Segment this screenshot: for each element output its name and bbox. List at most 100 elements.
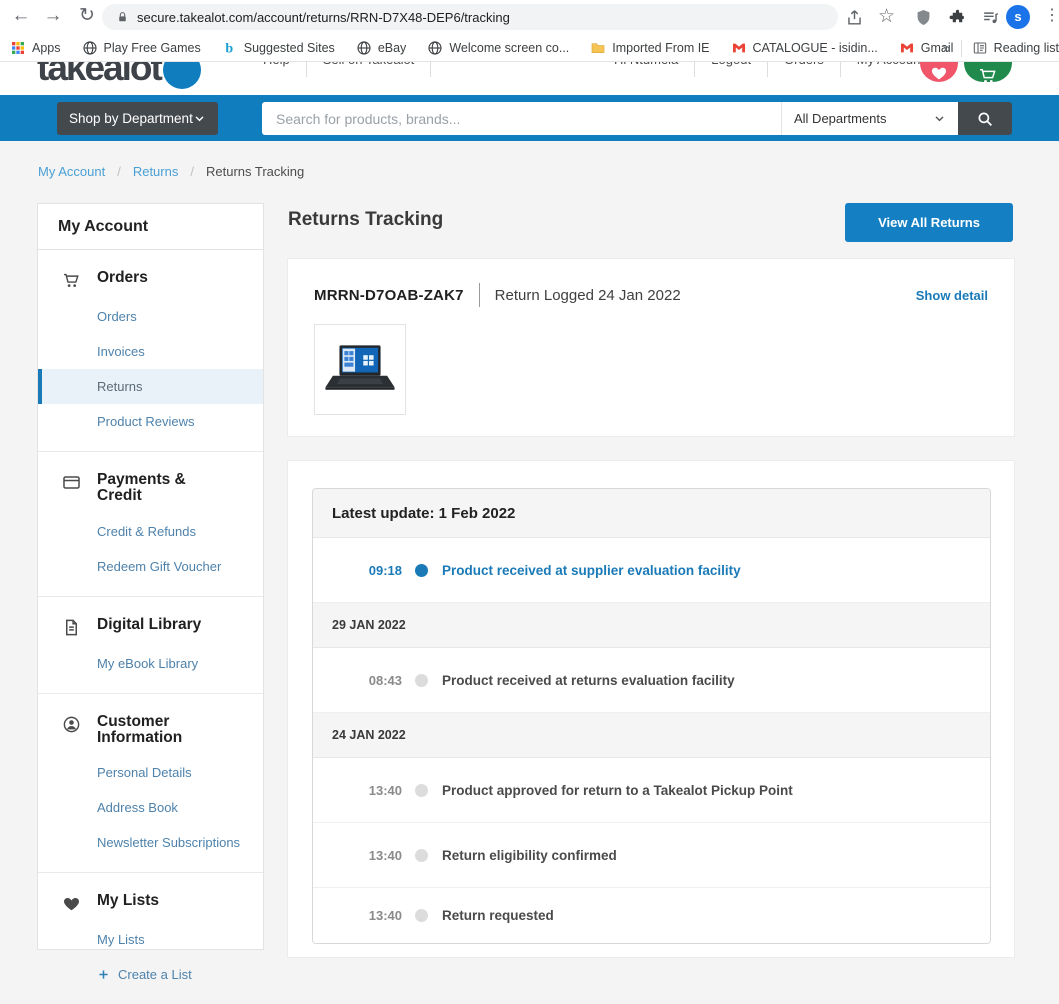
bookmark-item[interactable]: CATALOGUE - isidin...: [731, 40, 878, 56]
globe-icon: [82, 40, 98, 56]
bookmark-item[interactable]: Imported From IE: [590, 40, 709, 56]
extensions-puzzle-icon[interactable]: [948, 8, 967, 27]
sidebar-item[interactable]: Invoices: [38, 334, 263, 369]
reading-list-icon: [972, 40, 988, 56]
sidebar-item[interactable]: My Lists: [38, 922, 263, 957]
takealot-logo-ball: [163, 62, 201, 89]
sidebar-item[interactable]: Orders: [38, 299, 263, 334]
site-search-bar: Shop by Department All Departments: [0, 95, 1059, 141]
playlist-extension-icon[interactable]: [981, 8, 1000, 27]
event-text: Product received at supplier evaluation …: [442, 563, 741, 578]
return-id: MRRN-D7OAB-ZAK7: [314, 287, 464, 304]
show-detail-link[interactable]: Show detail: [916, 288, 988, 303]
return-logged-date: Return Logged 24 Jan 2022: [495, 287, 681, 304]
status-dot-icon: [415, 564, 428, 577]
sidebar-title: My Account: [38, 204, 263, 250]
timeline-date-row: 29 JAN 2022: [313, 603, 990, 648]
lock-icon: [116, 11, 129, 24]
page-title: Returns Tracking: [288, 209, 443, 231]
view-all-returns-button[interactable]: View All Returns: [845, 203, 1013, 242]
header-nav-right: Hi NtumelaLogoutOrdersMy Account: [598, 62, 940, 77]
header-nav-left: HelpSell on Takealot: [247, 62, 431, 77]
sidebar-item[interactable]: Address Book: [38, 790, 263, 825]
timeline-entries: 09:18 Product received at supplier evalu…: [313, 538, 990, 943]
timeline-event-row: 13:40 Product approved for return to a T…: [313, 758, 990, 823]
reading-list-button[interactable]: Reading list: [972, 40, 1059, 56]
event-text: Product approved for return to a Takealo…: [442, 783, 793, 798]
bookmark-item[interactable]: b Suggested Sites: [222, 40, 335, 56]
bookmark-star-icon[interactable]: ☆: [878, 5, 895, 28]
sidebar-item[interactable]: My eBook Library: [38, 646, 263, 681]
sidebar-item[interactable]: Returns: [38, 369, 263, 404]
header-nav-link[interactable]: Logout: [695, 62, 768, 77]
sidebar-item[interactable]: Create a List: [38, 957, 263, 992]
sidebar-item[interactable]: Newsletter Subscriptions: [38, 825, 263, 860]
heart-icon: [62, 894, 81, 913]
sidebar-item[interactable]: Credit & Refunds: [38, 514, 263, 549]
account-sidebar: My Account Orders OrdersInvoicesReturnsP…: [37, 203, 264, 950]
plus-icon: [97, 968, 110, 981]
status-dot-icon: [415, 849, 428, 862]
credit-card-icon: [62, 473, 81, 492]
latest-update-header: Latest update: 1 Feb 2022: [313, 489, 990, 538]
sidebar-item[interactable]: Redeem Gift Voucher: [38, 549, 263, 584]
address-bar[interactable]: secure.takealot.com/account/returns/RRN-…: [102, 4, 838, 30]
globe-icon: [427, 40, 443, 56]
chevron-down-icon: [933, 112, 946, 125]
wishlist-heart-button[interactable]: [920, 62, 958, 82]
document-icon: [62, 618, 81, 637]
bookmark-item[interactable]: eBay: [356, 40, 407, 56]
bookmark-item[interactable]: Apps: [10, 40, 61, 56]
browser-menu-icon[interactable]: ⋮: [1044, 5, 1059, 25]
header-nav-link[interactable]: Sell on Takealot: [307, 62, 432, 77]
header-nav-link[interactable]: Help: [247, 62, 307, 77]
browser-toolbar: ← → ↻ secure.takealot.com/account/return…: [0, 0, 1059, 34]
event-time: 08:43: [313, 673, 402, 688]
breadcrumb-item[interactable]: My Account: [38, 164, 105, 179]
laptop-image: [323, 340, 397, 400]
site-header: takealot HelpSell on Takealot Hi Ntumela…: [0, 62, 1059, 95]
status-dot-icon: [415, 674, 428, 687]
back-icon[interactable]: ←: [8, 3, 34, 29]
event-text: Return requested: [442, 908, 554, 923]
shield-extension-icon[interactable]: [914, 8, 933, 27]
breadcrumb-item[interactable]: Returns Tracking: [206, 164, 304, 179]
event-time: 13:40: [313, 908, 402, 923]
timeline-event-row: 09:18 Product received at supplier evalu…: [313, 538, 990, 603]
shop-by-department-button[interactable]: Shop by Department: [57, 102, 218, 135]
reload-icon[interactable]: ↻: [74, 3, 100, 29]
profile-avatar[interactable]: s: [1006, 5, 1030, 29]
grid-icon: [10, 40, 26, 56]
bookmark-item[interactable]: Welcome screen co...: [427, 40, 569, 56]
event-text: Return eligibility confirmed: [442, 848, 617, 863]
header-nav-link[interactable]: Orders: [768, 62, 841, 77]
event-time: 09:18: [313, 563, 402, 578]
sidebar-section-customer-info: Customer Information Personal DetailsAdd…: [38, 694, 263, 874]
breadcrumb-item[interactable]: Returns: [133, 164, 179, 179]
sidebar-item[interactable]: Product Reviews: [38, 404, 263, 439]
share-icon[interactable]: [845, 8, 864, 27]
takealot-logo[interactable]: takealot: [37, 62, 201, 89]
status-dot-icon: [415, 909, 428, 922]
search-input[interactable]: [262, 102, 781, 135]
product-image[interactable]: [314, 324, 406, 415]
sidebar-item[interactable]: Personal Details: [38, 755, 263, 790]
bookmarks-overflow-chevron[interactable]: »: [942, 40, 961, 57]
timeline-event-row: 08:43 Product received at returns evalua…: [313, 648, 990, 713]
timeline-event-row: 13:40 Return requested: [313, 888, 990, 943]
search-button[interactable]: [958, 102, 1012, 135]
sidebar-section-my-lists: My Lists My ListsCreate a List: [38, 873, 263, 1004]
cart-button[interactable]: [964, 62, 1012, 82]
return-summary-card: MRRN-D7OAB-ZAK7 Return Logged 24 Jan 202…: [287, 258, 1015, 437]
forward-icon[interactable]: →: [40, 3, 66, 29]
gmail-icon: [731, 40, 747, 56]
breadcrumb: My Account / Returns / Returns Tracking: [38, 164, 304, 179]
tracking-card: Latest update: 1 Feb 2022 09:18 Product …: [287, 460, 1015, 958]
header-nav-link[interactable]: Hi Ntumela: [598, 62, 695, 77]
bookmark-item[interactable]: Play Free Games: [82, 40, 201, 56]
timeline: Latest update: 1 Feb 2022 09:18 Product …: [312, 488, 991, 944]
person-icon: [62, 715, 81, 734]
cart-icon: [62, 271, 81, 290]
all-departments-select[interactable]: All Departments: [781, 102, 958, 135]
chevron-down-icon: [193, 112, 206, 125]
